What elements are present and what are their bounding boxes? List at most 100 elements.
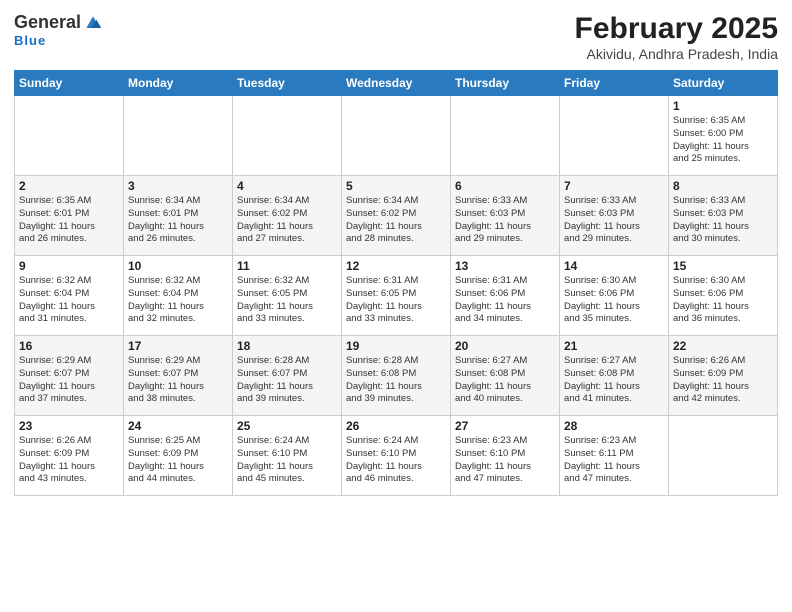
table-row bbox=[124, 96, 233, 176]
table-row: 11 Sunrise: 6:32 AM Sunset: 6:05 PM Dayli… bbox=[233, 256, 342, 336]
table-row bbox=[560, 96, 669, 176]
table-row: 17 Sunrise: 6:29 AM Sunset: 6:07 PM Dayli… bbox=[124, 336, 233, 416]
day-info: Sunrise: 6:32 AM Sunset: 6:04 PM Dayligh… bbox=[19, 275, 119, 326]
table-row: 6 Sunrise: 6:33 AM Sunset: 6:03 PM Daylig… bbox=[451, 176, 560, 256]
table-row bbox=[233, 96, 342, 176]
table-row: 5 Sunrise: 6:34 AM Sunset: 6:02 PM Daylig… bbox=[342, 176, 451, 256]
table-row: 1 Sunrise: 6:35 AM Sunset: 6:00 PM Daylig… bbox=[669, 96, 778, 176]
day-info: Sunrise: 6:29 AM Sunset: 6:07 PM Dayligh… bbox=[128, 355, 228, 406]
table-row: 12 Sunrise: 6:31 AM Sunset: 6:05 PM Dayli… bbox=[342, 256, 451, 336]
day-info: Sunrise: 6:34 AM Sunset: 6:01 PM Dayligh… bbox=[128, 195, 228, 246]
table-row: 9Sunrise: 6:32 AM Sunset: 6:04 PM Daylig… bbox=[15, 256, 124, 336]
day-info: Sunrise: 6:30 AM Sunset: 6:06 PM Dayligh… bbox=[673, 275, 773, 326]
table-row: 27Sunrise: 6:23 AM Sunset: 6:10 PM Dayli… bbox=[451, 416, 560, 496]
day-number: 15 bbox=[673, 259, 773, 273]
day-info: Sunrise: 6:26 AM Sunset: 6:09 PM Dayligh… bbox=[19, 435, 119, 486]
day-number: 6 bbox=[455, 179, 555, 193]
logo-general: General bbox=[14, 12, 81, 33]
day-info: Sunrise: 6:33 AM Sunset: 6:03 PM Dayligh… bbox=[564, 195, 664, 246]
logo-icon bbox=[83, 13, 103, 33]
table-row: 20Sunrise: 6:27 AM Sunset: 6:08 PM Dayli… bbox=[451, 336, 560, 416]
table-row: 22 Sunrise: 6:26 AM Sunset: 6:09 PM Dayli… bbox=[669, 336, 778, 416]
day-number: 12 bbox=[346, 259, 446, 273]
table-row: 13 Sunrise: 6:31 AM Sunset: 6:06 PM Dayli… bbox=[451, 256, 560, 336]
table-row: 26 Sunrise: 6:24 AM Sunset: 6:10 PM Dayli… bbox=[342, 416, 451, 496]
day-info: Sunrise: 6:31 AM Sunset: 6:06 PM Dayligh… bbox=[455, 275, 555, 326]
day-number: 20 bbox=[455, 339, 555, 353]
table-row: 21 Sunrise: 6:27 AM Sunset: 6:08 PM Dayli… bbox=[560, 336, 669, 416]
day-number: 4 bbox=[237, 179, 337, 193]
table-row: 2Sunrise: 6:35 AM Sunset: 6:01 PM Daylig… bbox=[15, 176, 124, 256]
day-info: Sunrise: 6:33 AM Sunset: 6:03 PM Dayligh… bbox=[455, 195, 555, 246]
day-number: 19 bbox=[346, 339, 446, 353]
month-title: February 2025 bbox=[575, 12, 778, 46]
day-info: Sunrise: 6:35 AM Sunset: 6:00 PM Dayligh… bbox=[673, 115, 773, 166]
location-title: Akividu, Andhra Pradesh, India bbox=[575, 46, 778, 62]
day-number: 3 bbox=[128, 179, 228, 193]
table-row: 25 Sunrise: 6:24 AM Sunset: 6:10 PM Dayli… bbox=[233, 416, 342, 496]
day-number: 23 bbox=[19, 419, 119, 433]
day-info: Sunrise: 6:29 AM Sunset: 6:07 PM Dayligh… bbox=[19, 355, 119, 406]
day-number: 24 bbox=[128, 419, 228, 433]
table-row bbox=[342, 96, 451, 176]
day-number: 10 bbox=[128, 259, 228, 273]
day-number: 22 bbox=[673, 339, 773, 353]
day-info: Sunrise: 6:28 AM Sunset: 6:07 PM Dayligh… bbox=[237, 355, 337, 406]
table-row: 15 Sunrise: 6:30 AM Sunset: 6:06 PM Dayli… bbox=[669, 256, 778, 336]
table-row: 14 Sunrise: 6:30 AM Sunset: 6:06 PM Dayli… bbox=[560, 256, 669, 336]
table-row bbox=[669, 416, 778, 496]
day-number: 7 bbox=[564, 179, 664, 193]
table-row: 16 Sunrise: 6:29 AM Sunset: 6:07 PM Dayli… bbox=[15, 336, 124, 416]
col-friday: Friday bbox=[560, 71, 669, 96]
day-info: Sunrise: 6:27 AM Sunset: 6:08 PM Dayligh… bbox=[564, 355, 664, 406]
day-info: Sunrise: 6:24 AM Sunset: 6:10 PM Dayligh… bbox=[237, 435, 337, 486]
day-info: Sunrise: 6:23 AM Sunset: 6:10 PM Dayligh… bbox=[455, 435, 555, 486]
day-number: 13 bbox=[455, 259, 555, 273]
day-info: Sunrise: 6:32 AM Sunset: 6:04 PM Dayligh… bbox=[128, 275, 228, 326]
table-row: 18 Sunrise: 6:28 AM Sunset: 6:07 PM Dayli… bbox=[233, 336, 342, 416]
day-number: 8 bbox=[673, 179, 773, 193]
calendar-header-row: Sunday Monday Tuesday Wednesday Thursday… bbox=[15, 71, 778, 96]
table-row: 7 Sunrise: 6:33 AM Sunset: 6:03 PM Daylig… bbox=[560, 176, 669, 256]
logo-text: General bbox=[14, 12, 103, 33]
day-number: 11 bbox=[237, 259, 337, 273]
calendar: Sunday Monday Tuesday Wednesday Thursday… bbox=[14, 70, 778, 496]
day-number: 17 bbox=[128, 339, 228, 353]
day-number: 5 bbox=[346, 179, 446, 193]
day-info: Sunrise: 6:30 AM Sunset: 6:06 PM Dayligh… bbox=[564, 275, 664, 326]
table-row: 3 Sunrise: 6:34 AM Sunset: 6:01 PM Daylig… bbox=[124, 176, 233, 256]
day-info: Sunrise: 6:26 AM Sunset: 6:09 PM Dayligh… bbox=[673, 355, 773, 406]
table-row bbox=[451, 96, 560, 176]
day-number: 16 bbox=[19, 339, 119, 353]
day-info: Sunrise: 6:23 AM Sunset: 6:11 PM Dayligh… bbox=[564, 435, 664, 486]
day-info: Sunrise: 6:25 AM Sunset: 6:09 PM Dayligh… bbox=[128, 435, 228, 486]
day-info: Sunrise: 6:34 AM Sunset: 6:02 PM Dayligh… bbox=[346, 195, 446, 246]
table-row: 4 Sunrise: 6:34 AM Sunset: 6:02 PM Daylig… bbox=[233, 176, 342, 256]
col-sunday: Sunday bbox=[15, 71, 124, 96]
day-info: Sunrise: 6:32 AM Sunset: 6:05 PM Dayligh… bbox=[237, 275, 337, 326]
page: General Blue February 2025 Akividu, Andh… bbox=[0, 0, 792, 612]
table-row: 28 Sunrise: 6:23 AM Sunset: 6:11 PM Dayli… bbox=[560, 416, 669, 496]
day-number: 28 bbox=[564, 419, 664, 433]
day-number: 21 bbox=[564, 339, 664, 353]
day-info: Sunrise: 6:28 AM Sunset: 6:08 PM Dayligh… bbox=[346, 355, 446, 406]
day-info: Sunrise: 6:34 AM Sunset: 6:02 PM Dayligh… bbox=[237, 195, 337, 246]
day-info: Sunrise: 6:31 AM Sunset: 6:05 PM Dayligh… bbox=[346, 275, 446, 326]
col-thursday: Thursday bbox=[451, 71, 560, 96]
title-area: February 2025 Akividu, Andhra Pradesh, I… bbox=[575, 12, 778, 62]
table-row bbox=[15, 96, 124, 176]
logo-subtitle: Blue bbox=[14, 33, 46, 48]
table-row: 19 Sunrise: 6:28 AM Sunset: 6:08 PM Dayli… bbox=[342, 336, 451, 416]
table-row: 10 Sunrise: 6:32 AM Sunset: 6:04 PM Dayli… bbox=[124, 256, 233, 336]
day-number: 1 bbox=[673, 99, 773, 113]
day-number: 18 bbox=[237, 339, 337, 353]
day-number: 14 bbox=[564, 259, 664, 273]
day-number: 26 bbox=[346, 419, 446, 433]
day-number: 25 bbox=[237, 419, 337, 433]
col-saturday: Saturday bbox=[669, 71, 778, 96]
day-info: Sunrise: 6:24 AM Sunset: 6:10 PM Dayligh… bbox=[346, 435, 446, 486]
day-number: 2 bbox=[19, 179, 119, 193]
col-monday: Monday bbox=[124, 71, 233, 96]
table-row: 8Sunrise: 6:33 AM Sunset: 6:03 PM Daylig… bbox=[669, 176, 778, 256]
table-row: 23 Sunrise: 6:26 AM Sunset: 6:09 PM Dayli… bbox=[15, 416, 124, 496]
